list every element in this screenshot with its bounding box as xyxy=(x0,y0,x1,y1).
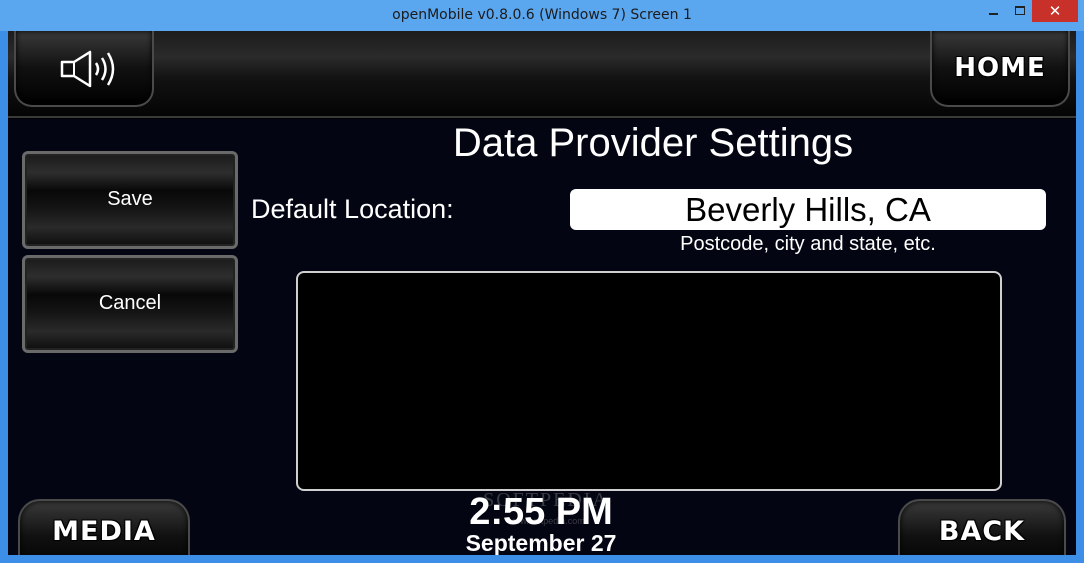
save-button-label: Save xyxy=(107,188,153,210)
top-bar-divider xyxy=(8,116,1076,118)
default-location-input[interactable] xyxy=(570,189,1046,230)
cancel-button[interactable]: Cancel xyxy=(22,255,238,353)
speaker-icon xyxy=(60,50,115,88)
back-button-label: BACK xyxy=(938,516,1026,547)
media-button-label: MEDIA xyxy=(52,516,156,547)
page-title: Data Provider Settings xyxy=(452,121,854,165)
back-button[interactable]: BACK xyxy=(898,499,1066,555)
minimize-icon xyxy=(989,13,998,15)
app-client-area: HOME Save Cancel Data Provider Settings … xyxy=(8,31,1076,555)
media-button[interactable]: MEDIA xyxy=(18,499,190,555)
save-button[interactable]: Save xyxy=(22,151,238,249)
volume-button[interactable] xyxy=(14,31,154,107)
clock-time: 2:55 PM xyxy=(469,491,613,533)
close-icon: ✕ xyxy=(1048,2,1062,20)
cancel-button-label: Cancel xyxy=(98,292,162,314)
maximize-icon xyxy=(1015,6,1025,15)
top-bar xyxy=(8,31,1076,117)
home-button-label: HOME xyxy=(954,53,1046,83)
home-button[interactable]: HOME xyxy=(930,31,1070,107)
app-window: openMobile v0.8.0.6 (Windows 7) Screen 1… xyxy=(0,0,1084,563)
clock-date: September 27 xyxy=(465,530,617,555)
close-button[interactable]: ✕ xyxy=(1032,0,1078,22)
title-bar[interactable]: openMobile v0.8.0.6 (Windows 7) Screen 1… xyxy=(0,0,1084,31)
window-title: openMobile v0.8.0.6 (Windows 7) Screen 1 xyxy=(392,7,692,23)
default-location-label: Default Location: xyxy=(251,194,454,224)
location-hint: Postcode, city and state, etc. xyxy=(680,233,936,255)
results-list[interactable] xyxy=(296,271,1002,491)
